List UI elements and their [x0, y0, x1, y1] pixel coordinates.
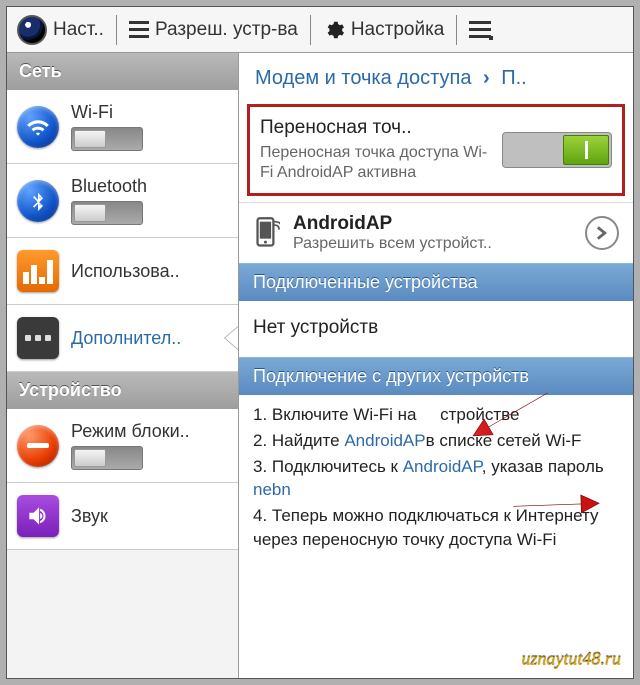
bluetooth-toggle[interactable] [71, 201, 143, 225]
chart-icon [17, 250, 59, 292]
sidebar-item-more[interactable]: Дополнител.. [7, 305, 238, 372]
menu-icon [469, 21, 491, 38]
sidebar-item-label: Использова.. [71, 261, 228, 282]
breadcrumb-parent: Модем и точка доступа [255, 67, 471, 89]
ap-link: AndroidAP [344, 431, 425, 450]
chevron-right-icon[interactable] [585, 216, 619, 250]
gear-icon [17, 15, 47, 45]
wifi-icon [17, 106, 59, 148]
toolbar-settings[interactable]: Наст.. [13, 15, 108, 45]
no-devices-text: Нет устройств [239, 301, 633, 357]
ap-link: AndroidAP [403, 457, 482, 476]
block-icon [17, 425, 59, 467]
toolbar-settings-label: Наст.. [53, 19, 104, 41]
sidebar-item-label: Bluetooth [71, 176, 228, 197]
sidebar-item-usage[interactable]: Использова.. [7, 238, 238, 305]
section-device: Устройство [7, 372, 238, 409]
sidebar: Сеть Wi-Fi Bluetooth [7, 53, 239, 678]
sidebar-item-label: Wi-Fi [71, 102, 228, 123]
toolbar-menu[interactable] [465, 21, 493, 38]
connection-steps: 1. Включите Wi-Fi на стройстве 2. Найдит… [239, 395, 633, 568]
separator [456, 15, 457, 45]
more-icon [17, 317, 59, 359]
ap-subtitle: Разрешить всем устройст.. [293, 235, 573, 253]
chevron-right-icon: › [483, 67, 490, 89]
toolbar-permissions[interactable]: Разреш. устр-ва [125, 19, 302, 41]
wifi-toggle[interactable] [71, 127, 143, 151]
app-frame: Наст.. Разреш. устр-ва Настройка Сеть [6, 6, 634, 679]
sidebar-item-label: Дополнител.. [71, 328, 228, 349]
password-text: nebn [253, 480, 291, 499]
hotspot-title: Переносная точ.. [260, 117, 492, 139]
lock-toggle[interactable] [71, 446, 143, 470]
sidebar-item-label: Звук [71, 506, 228, 527]
watermark: uznaytut48.ru [521, 649, 621, 670]
header-other: Подключение с других устройств [239, 357, 633, 395]
menu-icon [129, 21, 149, 38]
sound-icon [17, 495, 59, 537]
ap-name: AndroidAP [293, 213, 573, 235]
top-toolbar: Наст.. Разреш. устр-ва Настройка [7, 7, 633, 53]
ap-row[interactable]: AndroidAP Разрешить всем устройст.. [239, 202, 633, 263]
sidebar-item-label: Режим блоки.. [71, 421, 228, 442]
sidebar-item-wifi[interactable]: Wi-Fi [7, 90, 238, 164]
separator [310, 15, 311, 45]
hotspot-highlight: Переносная точ.. Переносная точка доступ… [247, 104, 625, 196]
gear-icon [323, 19, 345, 41]
content-pane: Модем и точка доступа › П.. Переносная т… [239, 53, 633, 678]
breadcrumb-child: П.. [501, 67, 527, 89]
hotspot-toggle[interactable] [502, 132, 612, 168]
bluetooth-icon [17, 180, 59, 222]
main-area: Сеть Wi-Fi Bluetooth [7, 53, 633, 678]
sidebar-item-bluetooth[interactable]: Bluetooth [7, 164, 238, 238]
toolbar-config[interactable]: Настройка [319, 19, 449, 41]
hotspot-subtitle: Переносная точка доступа Wi-Fi AndroidAP… [260, 143, 492, 183]
breadcrumb[interactable]: Модем и точка доступа › П.. [239, 53, 633, 100]
device-icon [253, 216, 281, 250]
section-network: Сеть [7, 53, 238, 90]
toolbar-config-label: Настройка [351, 19, 445, 41]
toolbar-permissions-label: Разреш. устр-ва [155, 19, 298, 41]
separator [116, 15, 117, 45]
sidebar-item-sound[interactable]: Звук [7, 483, 238, 550]
sidebar-item-lock[interactable]: Режим блоки.. [7, 409, 238, 483]
header-connected: Подключенные устройства [239, 263, 633, 301]
